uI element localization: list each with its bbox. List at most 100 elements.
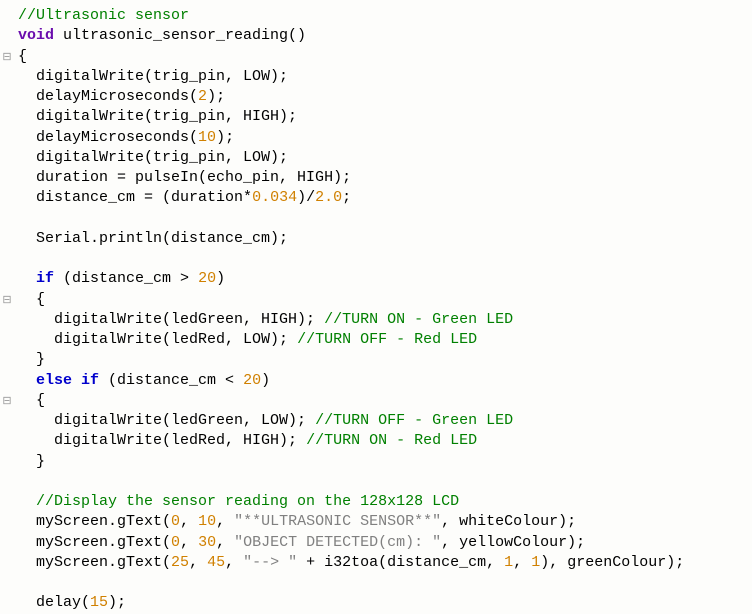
code-token: 0 <box>171 534 180 551</box>
code-token: } <box>36 351 45 368</box>
code-line: //Ultrasonic sensor <box>18 6 684 26</box>
code-line <box>18 573 684 593</box>
code-token: , <box>513 554 531 571</box>
fold-gutter: ⊟ ⊟ ⊟ <box>0 6 14 614</box>
code-token: myScreen.gText( <box>36 534 171 551</box>
code-token: , <box>189 554 207 571</box>
fold-mark[interactable] <box>0 573 14 593</box>
fold-mark[interactable] <box>0 188 14 208</box>
code-token: ); <box>216 129 234 146</box>
fold-mark[interactable] <box>0 411 14 431</box>
fold-mark[interactable]: ⊟ <box>0 47 14 67</box>
code-line: duration = pulseIn(echo_pin, HIGH); <box>18 168 684 188</box>
code-token: ; <box>342 189 351 206</box>
fold-mark[interactable] <box>0 431 14 451</box>
code-token: , <box>225 554 243 571</box>
code-line: myScreen.gText(25, 45, "--> " + i32toa(d… <box>18 553 684 573</box>
fold-mark[interactable] <box>0 229 14 249</box>
code-token: , <box>180 513 198 530</box>
fold-mark[interactable] <box>0 87 14 107</box>
code-token: 1 <box>504 554 513 571</box>
fold-mark[interactable] <box>0 26 14 46</box>
fold-mark[interactable] <box>0 209 14 229</box>
code-line: delay(15); <box>18 593 684 613</box>
code-line: myScreen.gText(0, 30, "OBJECT DETECTED(c… <box>18 533 684 553</box>
fold-mark[interactable] <box>0 6 14 26</box>
code-token: { <box>36 392 45 409</box>
code-token: 15 <box>90 594 108 611</box>
code-line: distance_cm = (duration*0.034)/2.0; <box>18 188 684 208</box>
code-line: digitalWrite(ledRed, HIGH); //TURN ON - … <box>18 431 684 451</box>
code-line <box>18 472 684 492</box>
code-token: , <box>216 534 234 551</box>
code-line: delayMicroseconds(2); <box>18 87 684 107</box>
code-token <box>18 250 27 267</box>
code-line: digitalWrite(ledGreen, HIGH); //TURN ON … <box>18 310 684 330</box>
fold-mark[interactable] <box>0 492 14 512</box>
code-token: 1 <box>531 554 540 571</box>
code-token: , whiteColour); <box>441 513 576 530</box>
code-token: ultrasonic_sensor_reading() <box>54 27 306 44</box>
fold-mark[interactable] <box>0 168 14 188</box>
code-token: delay( <box>36 594 90 611</box>
code-token: myScreen.gText( <box>36 554 171 571</box>
code-token: if <box>36 270 54 287</box>
fold-mark[interactable] <box>0 512 14 532</box>
code-token: 25 <box>171 554 189 571</box>
code-line: { <box>18 391 684 411</box>
code-line: digitalWrite(ledRed, LOW); //TURN OFF - … <box>18 330 684 350</box>
code-token: 20 <box>243 372 261 389</box>
code-area: //Ultrasonic sensorvoid ultrasonic_senso… <box>14 6 684 614</box>
code-token: 2.0 <box>315 189 342 206</box>
code-token: //TURN ON - Green LED <box>324 311 513 328</box>
code-token: digitalWrite(trig_pin, LOW); <box>36 68 288 85</box>
fold-mark[interactable] <box>0 371 14 391</box>
code-token: digitalWrite(ledRed, LOW); <box>54 331 297 348</box>
code-token: ); <box>108 594 126 611</box>
fold-mark[interactable] <box>0 330 14 350</box>
code-token: ), greenColour); <box>540 554 684 571</box>
code-token: "--> " <box>243 554 297 571</box>
fold-mark[interactable] <box>0 533 14 553</box>
code-line: digitalWrite(trig_pin, LOW); <box>18 148 684 168</box>
code-line: digitalWrite(trig_pin, HIGH); <box>18 107 684 127</box>
code-token: delayMicroseconds( <box>36 129 198 146</box>
code-token: 2 <box>198 88 207 105</box>
fold-mark[interactable] <box>0 310 14 330</box>
fold-mark[interactable] <box>0 593 14 613</box>
code-token: ) <box>216 270 225 287</box>
code-token: delayMicroseconds( <box>36 88 198 105</box>
code-token: ) <box>261 372 270 389</box>
code-token: 10 <box>198 513 216 530</box>
code-token: ); <box>207 88 225 105</box>
code-token: //Display the sensor reading on the 128x… <box>36 493 459 510</box>
fold-mark[interactable] <box>0 269 14 289</box>
code-line: digitalWrite(trig_pin, LOW); <box>18 67 684 87</box>
code-token: //TURN OFF - Green LED <box>315 412 513 429</box>
code-token: 20 <box>198 270 216 287</box>
code-line <box>18 249 684 269</box>
code-line: digitalWrite(ledGreen, LOW); //TURN OFF … <box>18 411 684 431</box>
code-editor: ⊟ ⊟ ⊟ //Ultrasonic sensorvoid ultrasonic_s… <box>0 0 752 614</box>
fold-mark[interactable] <box>0 249 14 269</box>
fold-mark[interactable] <box>0 472 14 492</box>
fold-mark[interactable] <box>0 350 14 370</box>
code-line: void ultrasonic_sensor_reading() <box>18 26 684 46</box>
fold-mark[interactable]: ⊟ <box>0 290 14 310</box>
fold-mark[interactable] <box>0 148 14 168</box>
fold-mark[interactable]: ⊟ <box>0 391 14 411</box>
code-line: else if (distance_cm < 20) <box>18 371 684 391</box>
code-token: "**ULTRASONIC SENSOR**" <box>234 513 441 530</box>
fold-mark[interactable] <box>0 452 14 472</box>
fold-mark[interactable] <box>0 107 14 127</box>
code-line: { <box>18 290 684 310</box>
code-token: 0.034 <box>252 189 297 206</box>
code-token: "OBJECT DETECTED(cm): " <box>234 534 441 551</box>
code-token: myScreen.gText( <box>36 513 171 530</box>
code-token: Serial.println(distance_cm); <box>36 230 288 247</box>
code-token: , yellowColour); <box>441 534 585 551</box>
fold-mark[interactable] <box>0 128 14 148</box>
fold-mark[interactable] <box>0 553 14 573</box>
fold-mark[interactable] <box>0 67 14 87</box>
code-token <box>18 210 27 227</box>
